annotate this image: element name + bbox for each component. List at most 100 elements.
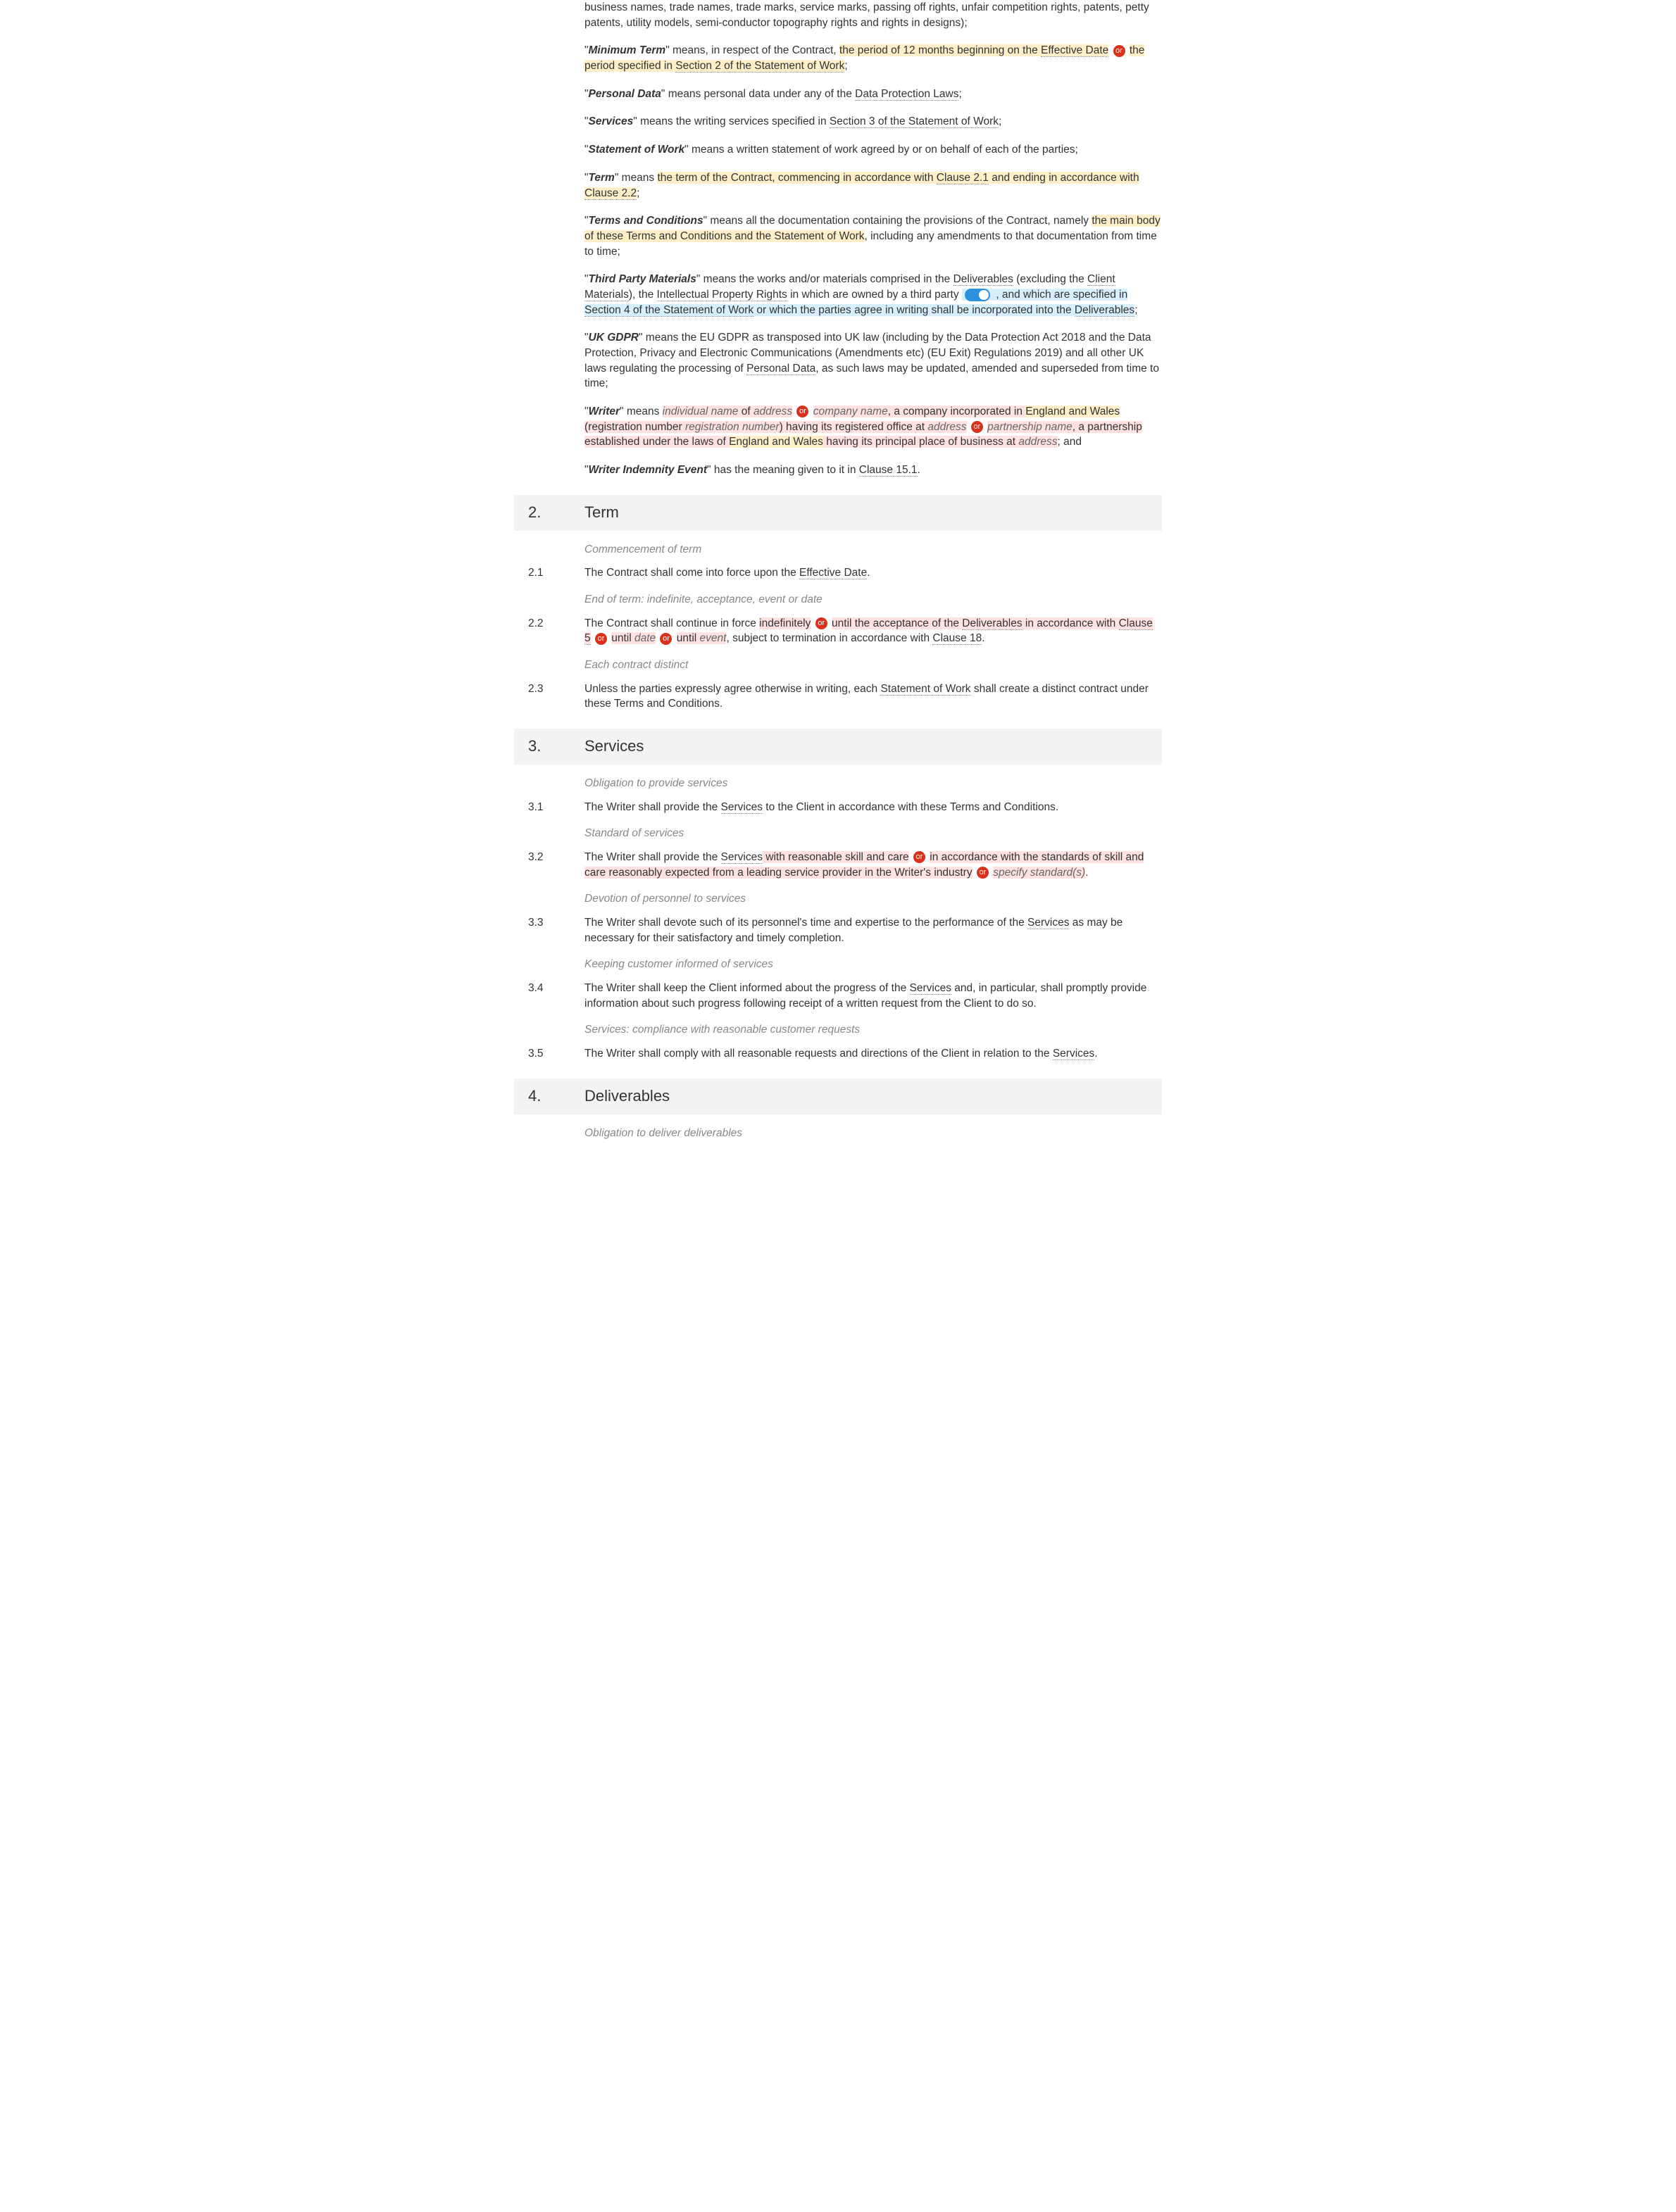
or-badge[interactable]: or	[796, 406, 808, 417]
clause-number: 3.4	[514, 981, 584, 1011]
text: ;	[844, 60, 847, 72]
term: Services	[589, 115, 634, 127]
clause-number: 2.2	[514, 616, 584, 646]
link-deliverables[interactable]: Deliverables	[962, 617, 1022, 630]
placeholder: specify standard(s)	[993, 867, 1085, 879]
clause-number: 2.3	[514, 681, 584, 712]
section-number: 4.	[528, 1086, 584, 1107]
term: Writer	[589, 406, 620, 417]
text: ;	[637, 187, 639, 199]
link-ipr[interactable]: Intellectual Property Rights	[657, 289, 787, 301]
def-personal-data: "Personal Data" means personal data unde…	[584, 87, 1162, 102]
clause-3-2: 3.2 The Writer shall provide the Service…	[514, 850, 1162, 880]
def-services: "Services" means the writing services sp…	[584, 114, 1162, 130]
link-effective-date[interactable]: Effective Date	[1041, 44, 1108, 57]
clause-body: The Writer shall comply with all reasona…	[584, 1046, 1162, 1062]
section-number: 3.	[528, 736, 584, 758]
clause-note: End of term: indefinite, acceptance, eve…	[584, 592, 1162, 608]
document-page: business names, trade names, trade marks…	[500, 0, 1176, 1169]
clause-body: The Writer shall devote such of its pers…	[584, 915, 1162, 945]
term: Terms and Conditions	[589, 215, 703, 227]
link-section-2[interactable]: Section 2 of the Statement of Work	[675, 60, 844, 73]
highlight-pink: until event	[677, 632, 727, 644]
text: ;	[1134, 304, 1137, 316]
or-badge[interactable]: or	[977, 867, 989, 879]
clause-body: The Writer shall provide the Services to…	[584, 800, 1162, 815]
clause-body: The Contract shall come into force upon …	[584, 565, 1162, 581]
clause-3-3: 3.3 The Writer shall devote such of its …	[514, 915, 1162, 945]
or-badge[interactable]: or	[913, 851, 925, 863]
clause-2-3: 2.3 Unless the parties expressly agree o…	[514, 681, 1162, 712]
section-title: Deliverables	[584, 1086, 670, 1107]
def-uk-gdpr: "UK GDPR" means the EU GDPR as transpose…	[584, 330, 1162, 391]
highlight: the period of 12 months beginning on the…	[839, 44, 1108, 56]
link-sow[interactable]: Statement of Work	[880, 683, 970, 696]
section-head-services: 3. Services	[514, 729, 1162, 765]
def-ip-fragment: business names, trade names, trade marks…	[584, 0, 1162, 30]
clause-3-1: 3.1 The Writer shall provide the Service…	[514, 800, 1162, 815]
or-badge[interactable]: or	[815, 617, 827, 629]
link-section-4[interactable]: Section 4 of the Statement of Work	[584, 304, 753, 317]
section-number: 2.	[528, 502, 584, 524]
term: Minimum Term	[589, 44, 666, 56]
text: " means, in respect of the Contract,	[665, 44, 839, 56]
link-section-3[interactable]: Section 3 of the Statement of Work	[830, 115, 999, 128]
clause-note: Commencement of term	[584, 542, 1162, 558]
text: " means	[615, 172, 658, 184]
highlight: the term of the Contract, commencing in …	[584, 172, 1139, 199]
text: .	[918, 464, 920, 476]
link-deliverables[interactable]: Deliverables	[1075, 304, 1134, 317]
link-services[interactable]: Services	[1053, 1048, 1094, 1060]
clause-note: Devotion of personnel to services	[584, 891, 1162, 907]
def-writer-indemnity-event: "Writer Indemnity Event" has the meaning…	[584, 463, 1162, 478]
link-services[interactable]: Services	[1027, 917, 1069, 929]
section-head-term: 2. Term	[514, 495, 1162, 531]
text: " means a written statement of work agre…	[684, 144, 1078, 156]
link-services[interactable]: Services	[721, 801, 763, 814]
clause-number: 3.2	[514, 850, 584, 880]
section-head-deliverables: 4. Deliverables	[514, 1079, 1162, 1114]
highlight-pink: individual name of address	[663, 406, 792, 417]
term: Term	[589, 172, 615, 184]
or-badge[interactable]: or	[1113, 45, 1125, 57]
clause-number: 3.1	[514, 800, 584, 815]
clause-3-4: 3.4 The Writer shall keep the Client inf…	[514, 981, 1162, 1011]
def-terms-conditions: "Terms and Conditions" means all the doc…	[584, 213, 1162, 259]
or-badge[interactable]: or	[595, 633, 607, 645]
link-services[interactable]: Services	[910, 982, 951, 995]
link-clause-2-2[interactable]: Clause 2.2	[584, 187, 637, 200]
link-personal-data[interactable]: Personal Data	[746, 363, 815, 375]
or-badge[interactable]: or	[660, 633, 672, 645]
term: Third Party Materials	[589, 273, 696, 285]
term: Statement of Work	[589, 144, 685, 156]
link-clause-2-1[interactable]: Clause 2.1	[937, 172, 989, 184]
term: Personal Data	[589, 88, 661, 100]
toggle-switch[interactable]	[965, 289, 990, 301]
link-services[interactable]: Services	[721, 851, 763, 864]
text: ; and	[1058, 436, 1082, 448]
text: in which are owned by a third party	[787, 289, 959, 301]
def-term: "Term" means the term of the Contract, c…	[584, 170, 1162, 201]
link-dp-laws[interactable]: Data Protection Laws	[855, 88, 958, 101]
link-deliverables[interactable]: Deliverables	[953, 273, 1013, 286]
highlight-pink: until date	[611, 632, 656, 644]
text: ;	[999, 115, 1001, 127]
text: " means all the documentation containing…	[703, 215, 1092, 227]
clause-number: 3.3	[514, 915, 584, 945]
section-title: Term	[584, 502, 619, 524]
clause-number: 3.5	[514, 1046, 584, 1062]
link-clause-18[interactable]: Clause 18	[932, 632, 982, 645]
clause-note: Each contract distinct	[584, 658, 1162, 673]
or-badge[interactable]: or	[971, 421, 983, 433]
link-clause-15-1[interactable]: Clause 15.1	[859, 464, 918, 477]
clause-2-1: 2.1 The Contract shall come into force u…	[514, 565, 1162, 581]
def-sow: "Statement of Work" means a written stat…	[584, 142, 1162, 158]
def-writer: "Writer" means individual name of addres…	[584, 404, 1162, 450]
clause-body: The Contract shall continue in force ind…	[584, 616, 1162, 646]
term: Writer Indemnity Event	[589, 464, 708, 476]
link-effective-date[interactable]: Effective Date	[799, 567, 867, 579]
clause-note: Obligation to provide services	[584, 776, 1162, 791]
highlight-pink: with reasonable skill and care	[763, 851, 909, 863]
text: " has the meaning given to it in	[707, 464, 859, 476]
text: " means the writing services specified i…	[633, 115, 830, 127]
